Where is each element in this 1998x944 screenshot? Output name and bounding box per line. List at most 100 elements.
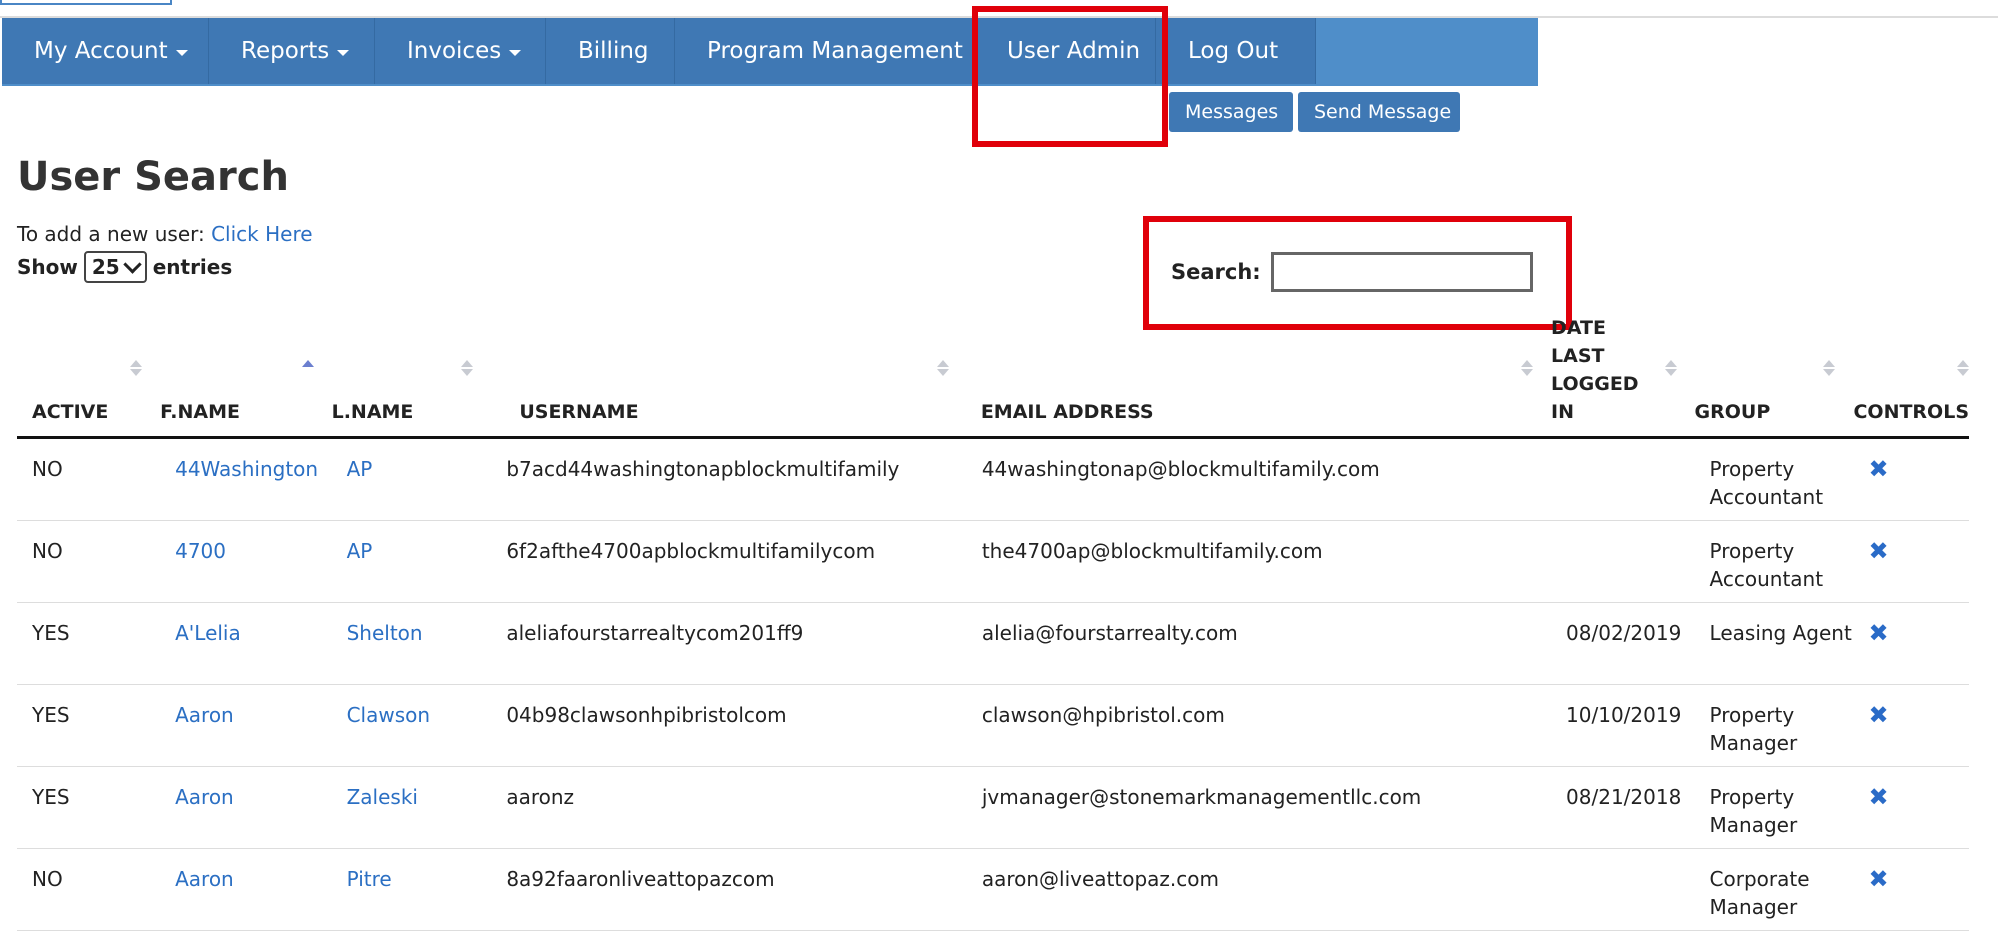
nav-invoices-label: Invoices [407,38,502,64]
cell-date [1551,520,1695,603]
col-email-header[interactable]: EMAIL ADDRESS [966,314,1552,439]
cell-active: YES [17,602,161,685]
nav-invoices[interactable]: Invoices [375,18,546,84]
cell-lname-link[interactable]: Pitre [347,867,392,891]
cell-username: 6f2afthe4700apblockmultifamilycom [491,520,967,603]
col-active-header[interactable]: ACTIVE [17,314,161,439]
sort-asc-icon [301,360,314,376]
nav-log-out[interactable]: Log Out [1156,18,1316,84]
table-row: YES Aaron Clawson 04b98clawsonhpibristol… [17,684,1969,767]
cell-group: Property Manager [1694,684,1854,767]
table-row: NO 4700 AP 6f2afthe4700apblockmultifamil… [17,520,1969,603]
cell-username: 04b98clawsonhpibristolcom [491,684,967,767]
cell-email: the4700ap@blockmultifamily.com [966,520,1552,603]
cell-active: NO [17,437,161,521]
search-label: Search: [1171,260,1261,284]
cell-email: aaron@liveattopaz.com [966,848,1552,931]
delete-icon[interactable]: ✖ [1868,455,1888,483]
sort-icon [130,360,143,376]
table-row: YES Aaron Zaleski aaronz jvmanager@stone… [17,766,1969,849]
cell-active: NO [17,520,161,603]
sort-icon [1823,360,1836,376]
cell-fname-link[interactable]: Aaron [175,867,234,891]
add-user-prefix: To add a new user: [17,222,205,246]
nav-program-management-label: Program Management [707,38,963,64]
chevron-down-icon [123,254,142,274]
cell-fname-link[interactable]: Aaron [175,785,234,809]
nav-reports-label: Reports [241,38,330,64]
cell-email: 44washingtonap@blockmultifamily.com [966,437,1552,521]
sort-icon [1664,360,1677,376]
main-navbar: My Account Reports Invoices Billing Prog… [2,18,1538,86]
table-header-row: ACTIVE F.NAME L.NAME USERNAME EMAIL ADDR… [17,314,1969,439]
entries-select-value: 25 [91,255,120,279]
cell-date: 08/02/2019 [1551,602,1695,685]
nav-my-account-label: My Account [34,38,168,64]
cell-date [1551,848,1695,931]
delete-icon[interactable]: ✖ [1868,783,1888,811]
messages-button[interactable]: Messages [1169,92,1293,132]
col-fname-header[interactable]: F.NAME [160,314,332,439]
cell-date: 10/10/2019 [1551,684,1695,767]
nav-log-out-label: Log Out [1188,38,1279,64]
cell-active: YES [17,684,161,767]
search-input[interactable] [1270,252,1533,292]
users-table: ACTIVE F.NAME L.NAME USERNAME EMAIL ADDR… [17,314,1969,931]
nav-user-admin-label: User Admin [1007,38,1141,64]
caret-down-icon [175,50,188,56]
table-row: NO 44Washington AP b7acd44washingtonapbl… [17,437,1969,521]
entries-select[interactable]: 25 [83,251,147,283]
delete-icon[interactable]: ✖ [1868,619,1888,647]
cell-fname-link[interactable]: A'Lelia [175,621,241,645]
cell-lname-link[interactable]: AP [347,539,373,563]
search-area: Search: [1171,252,1533,292]
sort-icon [1521,360,1534,376]
cell-email: alelia@fourstarrealty.com [966,602,1552,685]
cell-group: Corporate Manager [1694,848,1854,931]
nav-user-admin[interactable]: User Admin [975,18,1156,84]
cell-active: NO [17,848,161,931]
cell-username: b7acd44washingtonapblockmultifamily [491,437,967,521]
cell-lname-link[interactable]: Clawson [347,703,430,727]
cell-group: Leasing Agent [1694,602,1854,685]
col-controls-header[interactable]: CONTROLS [1853,314,1969,439]
cell-lname-link[interactable]: Zaleski [347,785,418,809]
nav-billing[interactable]: Billing [546,18,675,84]
cell-username: aaronz [491,766,967,849]
table-row: YES A'Lelia Shelton aleliafourstarrealty… [17,602,1969,685]
cell-email: clawson@hpibristol.com [966,684,1552,767]
cell-username: 8a92faaronliveattopazcom [491,848,967,931]
cell-username: aleliafourstarrealtycom201ff9 [491,602,967,685]
nav-reports[interactable]: Reports [209,18,375,84]
delete-icon[interactable]: ✖ [1868,865,1888,893]
add-user-line: To add a new user: Click Here [17,222,313,246]
show-label: Show [17,255,78,279]
cell-lname-link[interactable]: AP [347,457,373,481]
cell-fname-link[interactable]: 4700 [175,539,226,563]
top-tab-fragment [0,0,172,5]
col-group-header[interactable]: GROUP [1694,314,1854,439]
table-row: NO Aaron Pitre 8a92faaronliveattopazcom … [17,848,1969,931]
cell-group: Property Manager [1694,766,1854,849]
page-title: User Search [17,154,289,200]
col-username-header[interactable]: USERNAME [491,314,967,439]
nav-my-account[interactable]: My Account [2,18,209,84]
delete-icon[interactable]: ✖ [1868,537,1888,565]
col-lname-header[interactable]: L.NAME [331,314,492,439]
cell-fname-link[interactable]: Aaron [175,703,234,727]
caret-down-icon [337,50,350,56]
col-date-header[interactable]: DATE LAST LOGGED IN [1551,314,1695,439]
cell-date: 08/21/2018 [1551,766,1695,849]
cell-active: YES [17,766,161,849]
entries-label: entries [152,255,233,279]
add-user-link[interactable]: Click Here [211,222,312,246]
send-message-button[interactable]: Send Message [1298,92,1460,132]
nav-program-management[interactable]: Program Management [675,18,975,84]
cell-lname-link[interactable]: Shelton [347,621,423,645]
cell-fname-link[interactable]: 44Washington [175,457,318,481]
cell-group: Property Accountant [1694,437,1854,521]
caret-down-icon [509,50,522,56]
sort-icon [1957,360,1969,376]
sort-icon [936,360,949,376]
delete-icon[interactable]: ✖ [1868,701,1888,729]
